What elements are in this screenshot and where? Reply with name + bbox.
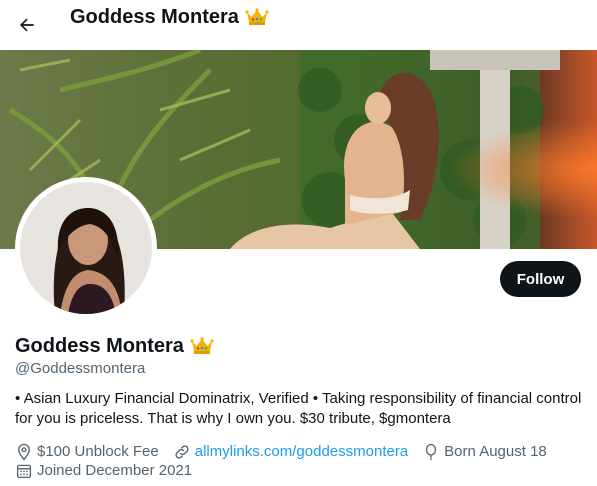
balloon-icon <box>425 443 437 461</box>
location-pin-icon <box>18 443 30 461</box>
profile-location: $100 Unblock Fee <box>15 442 159 462</box>
profile-birthday: Born August 18 <box>422 442 547 462</box>
header-title: Goddess Montera <box>70 5 269 29</box>
website-link[interactable]: allmylinks.com/goddessmontera <box>195 442 408 462</box>
joined-text: Joined December 2021 <box>37 462 193 479</box>
crown-icon <box>190 337 214 354</box>
avatar <box>20 182 152 314</box>
crown-icon <box>245 8 269 25</box>
link-icon <box>175 445 189 459</box>
back-button[interactable] <box>10 8 44 42</box>
profile-meta-row: $100 Unblock Fee allmylinks.com/goddessm… <box>15 442 561 462</box>
profile-joined: Joined December 2021 <box>15 461 192 481</box>
profile-meta-row-2: Joined December 2021 <box>15 461 206 481</box>
follow-button[interactable]: Follow <box>500 261 581 297</box>
display-name-text: Goddess Montera <box>15 335 184 357</box>
profile-handle: @Goddessmontera <box>15 360 146 377</box>
top-bar: Goddess Montera <box>0 0 597 50</box>
profile-display-name: Goddess Montera <box>15 334 214 358</box>
profile-website: allmylinks.com/goddessmontera <box>173 442 408 462</box>
location-text: $100 Unblock Fee <box>37 443 159 460</box>
profile-avatar[interactable] <box>15 177 157 319</box>
arrow-left-icon <box>20 18 34 32</box>
birthday-text: Born August 18 <box>444 443 547 460</box>
calendar-icon <box>16 464 32 479</box>
profile-bio: • Asian Luxury Financial Dominatrix, Ver… <box>15 390 582 427</box>
header-title-text: Goddess Montera <box>70 6 239 28</box>
